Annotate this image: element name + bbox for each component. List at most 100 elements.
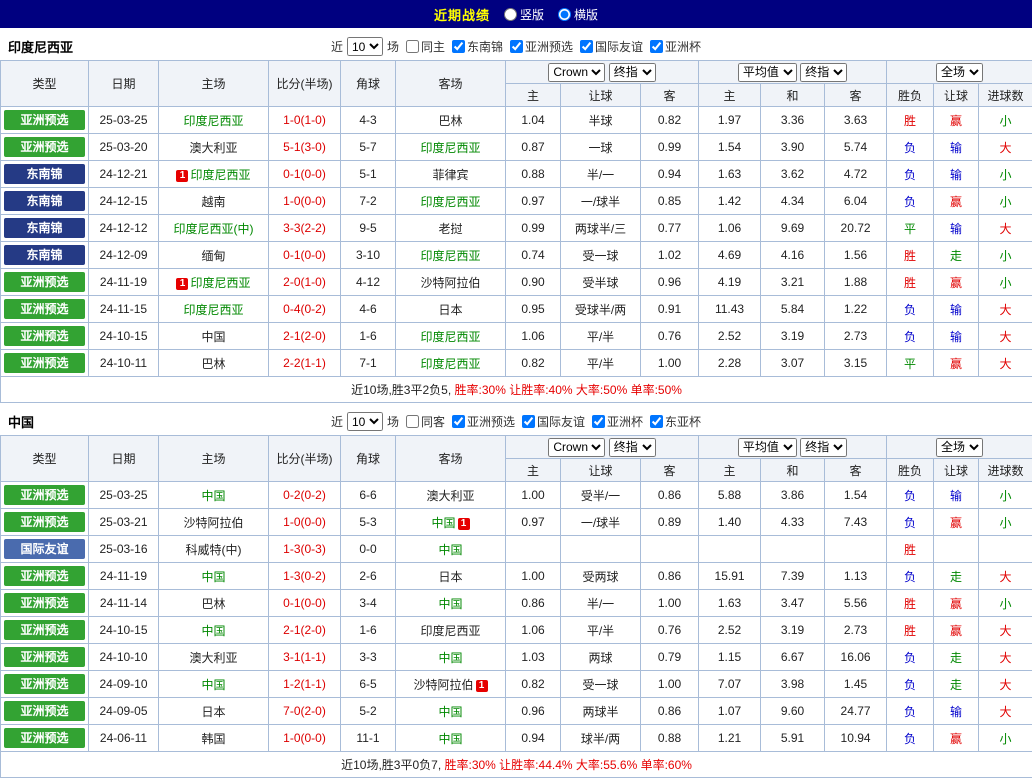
competition-checkbox[interactable]: [650, 415, 663, 428]
competition-checkbox[interactable]: [510, 40, 523, 53]
home-team-name[interactable]: 科威特(中): [186, 543, 242, 557]
away-team-name[interactable]: 中国: [438, 651, 462, 665]
competition-checkbox[interactable]: [580, 40, 593, 53]
away-team[interactable]: 印度尼西亚: [396, 134, 506, 161]
away-team[interactable]: 日本: [396, 296, 506, 323]
away-team-name[interactable]: 日本: [438, 303, 462, 317]
competition-filter[interactable]: 亚洲杯: [592, 413, 643, 430]
bookmaker-select[interactable]: Crown: [548, 438, 605, 457]
competition-filter[interactable]: 国际友谊: [522, 413, 585, 430]
home-team-name[interactable]: 日本: [201, 705, 225, 719]
home-team[interactable]: 中国: [159, 617, 269, 644]
away-team[interactable]: 中国1: [396, 509, 506, 536]
home-team-name[interactable]: 中国: [201, 570, 225, 584]
layout-vertical-option[interactable]: 竖版: [504, 6, 544, 23]
competition-filter[interactable]: 亚洲预选: [510, 38, 573, 55]
layout-horizontal-option[interactable]: 横版: [558, 6, 598, 23]
home-team[interactable]: 印度尼西亚(中): [159, 215, 269, 242]
home-team[interactable]: 沙特阿拉伯: [159, 509, 269, 536]
home-team-name[interactable]: 中国: [201, 678, 225, 692]
bookmaker-select[interactable]: Crown: [548, 63, 605, 82]
asian-odds-time-select[interactable]: 终指: [609, 63, 656, 82]
home-team[interactable]: 日本: [159, 698, 269, 725]
home-team-name[interactable]: 印度尼西亚: [183, 303, 243, 317]
away-team-name[interactable]: 老挝: [438, 222, 462, 236]
away-team[interactable]: 中国: [396, 590, 506, 617]
home-team[interactable]: 1印度尼西亚: [159, 269, 269, 296]
away-team-name[interactable]: 印度尼西亚: [420, 357, 480, 371]
away-team-name[interactable]: 印度尼西亚: [420, 624, 480, 638]
away-team[interactable]: 菲律宾: [396, 161, 506, 188]
competition-checkbox[interactable]: [592, 415, 605, 428]
home-team-name[interactable]: 澳大利亚: [189, 141, 237, 155]
euro-odds-time-select[interactable]: 终指: [800, 63, 847, 82]
away-team[interactable]: 中国: [396, 698, 506, 725]
away-team-name[interactable]: 沙特阿拉伯: [420, 276, 480, 290]
away-team-name[interactable]: 中国: [431, 516, 455, 530]
home-team-name[interactable]: 中国: [201, 330, 225, 344]
home-team[interactable]: 巴林: [159, 590, 269, 617]
away-team-name[interactable]: 印度尼西亚: [420, 330, 480, 344]
away-team[interactable]: 印度尼西亚: [396, 323, 506, 350]
away-team[interactable]: 印度尼西亚: [396, 188, 506, 215]
home-team[interactable]: 韩国: [159, 725, 269, 752]
competition-filter[interactable]: 国际友谊: [580, 38, 643, 55]
home-team[interactable]: 缅甸: [159, 242, 269, 269]
scope-select[interactable]: 全场: [936, 438, 983, 457]
away-team[interactable]: 中国: [396, 725, 506, 752]
away-team-name[interactable]: 澳大利亚: [426, 489, 474, 503]
away-team[interactable]: 日本: [396, 563, 506, 590]
asian-odds-time-select[interactable]: 终指: [609, 438, 656, 457]
home-team-name[interactable]: 越南: [201, 195, 225, 209]
same-venue-filter[interactable]: 同主: [406, 38, 445, 55]
home-team-name[interactable]: 韩国: [201, 732, 225, 746]
away-team-name[interactable]: 沙特阿拉伯: [413, 678, 473, 692]
home-team[interactable]: 中国: [159, 671, 269, 698]
home-team-name[interactable]: 巴林: [201, 357, 225, 371]
home-team[interactable]: 1印度尼西亚: [159, 161, 269, 188]
home-team[interactable]: 科威特(中): [159, 536, 269, 563]
same-venue-checkbox[interactable]: [406, 40, 419, 53]
recent-count-select[interactable]: 10: [347, 37, 383, 56]
away-team-name[interactable]: 菲律宾: [432, 168, 468, 182]
home-team-name[interactable]: 印度尼西亚(中): [174, 222, 254, 236]
home-team-name[interactable]: 印度尼西亚: [190, 276, 250, 290]
competition-filter[interactable]: 东南锦: [452, 38, 503, 55]
competition-filter[interactable]: 亚洲杯: [650, 38, 701, 55]
competition-checkbox[interactable]: [650, 40, 663, 53]
home-team[interactable]: 中国: [159, 563, 269, 590]
horizontal-radio[interactable]: [558, 8, 571, 21]
away-team[interactable]: 沙特阿拉伯1: [396, 671, 506, 698]
away-team[interactable]: 老挝: [396, 215, 506, 242]
competition-checkbox[interactable]: [452, 415, 465, 428]
home-team[interactable]: 中国: [159, 482, 269, 509]
away-team-name[interactable]: 巴林: [438, 114, 462, 128]
away-team[interactable]: 印度尼西亚: [396, 242, 506, 269]
home-team-name[interactable]: 缅甸: [201, 249, 225, 263]
home-team-name[interactable]: 印度尼西亚: [183, 114, 243, 128]
away-team-name[interactable]: 中国: [438, 732, 462, 746]
home-team-name[interactable]: 巴林: [201, 597, 225, 611]
home-team[interactable]: 印度尼西亚: [159, 107, 269, 134]
away-team-name[interactable]: 日本: [438, 570, 462, 584]
away-team[interactable]: 中国: [396, 644, 506, 671]
away-team[interactable]: 澳大利亚: [396, 482, 506, 509]
away-team[interactable]: 印度尼西亚: [396, 617, 506, 644]
home-team[interactable]: 印度尼西亚: [159, 296, 269, 323]
competition-filter[interactable]: 亚洲预选: [452, 413, 515, 430]
away-team-name[interactable]: 中国: [438, 705, 462, 719]
away-team[interactable]: 巴林: [396, 107, 506, 134]
same-venue-checkbox[interactable]: [406, 415, 419, 428]
home-team[interactable]: 巴林: [159, 350, 269, 377]
competition-checkbox[interactable]: [522, 415, 535, 428]
away-team-name[interactable]: 中国: [438, 543, 462, 557]
home-team-name[interactable]: 中国: [201, 489, 225, 503]
recent-count-select[interactable]: 10: [347, 412, 383, 431]
away-team-name[interactable]: 印度尼西亚: [420, 195, 480, 209]
away-team[interactable]: 中国: [396, 536, 506, 563]
home-team[interactable]: 越南: [159, 188, 269, 215]
competition-checkbox[interactable]: [452, 40, 465, 53]
away-team-name[interactable]: 中国: [438, 597, 462, 611]
away-team-name[interactable]: 印度尼西亚: [420, 249, 480, 263]
competition-filter[interactable]: 东亚杯: [650, 413, 701, 430]
